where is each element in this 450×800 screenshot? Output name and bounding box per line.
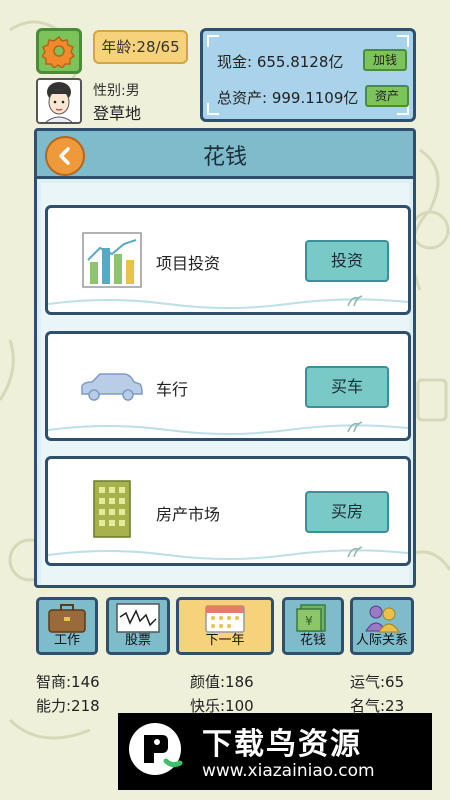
card-project-investment: 项目投资 投资 [45, 205, 411, 315]
buy-car-button[interactable]: 买车 [305, 366, 389, 408]
card-label: 房产市场 [156, 505, 221, 524]
nav-next-year-button[interactable]: 下一年 [176, 597, 274, 655]
avatar[interactable] [36, 78, 82, 124]
stat-iq: 智商:146 [36, 673, 100, 691]
avatar-face-icon [38, 80, 80, 122]
watermark-url: www.xiazainiao.com [202, 761, 375, 781]
nav-label: 下一年 [205, 633, 245, 648]
invest-button[interactable]: 投资 [305, 240, 389, 282]
card-real-estate: 房产市场 买房 [45, 456, 411, 566]
nav-label: 花钱 [299, 633, 326, 648]
stat-looks: 颜值:186 [190, 673, 254, 691]
wave-decoration [48, 546, 408, 560]
money-panel: 现金: 655.8128亿 加钱 总资产: 999.1109亿 资产 [200, 28, 416, 122]
panel-header: 花钱 [37, 131, 413, 179]
watermark-banner: 下载鸟资源 www.xiazainiao.com [118, 713, 432, 790]
age-badge: 年龄:28/65 [93, 30, 188, 64]
card-label: 车行 [156, 380, 189, 399]
car-icon [81, 373, 143, 401]
wave-decoration [48, 421, 408, 435]
panel-corner [397, 35, 409, 47]
assets-button[interactable]: 资产 [365, 85, 410, 107]
cash-text: 现金: 655.8128亿 [217, 53, 344, 71]
gear-icon [42, 35, 76, 68]
total-assets-text: 总资产: 999.1109亿 [217, 89, 359, 107]
buy-house-button[interactable]: 买房 [305, 491, 389, 533]
svg-text:¥: ¥ [305, 614, 313, 628]
back-button[interactable] [45, 136, 85, 176]
bar-chart-icon [82, 232, 142, 288]
stat-ability: 能力:218 [36, 697, 100, 715]
nav-label: 人际关系 [355, 633, 408, 648]
gender-text: 性别:男 [93, 83, 140, 99]
nav-stocks-button[interactable]: 股票 [106, 597, 170, 655]
watermark-title: 下载鸟资源 [202, 727, 362, 762]
settings-button[interactable] [36, 28, 82, 74]
nav-label: 工作 [53, 633, 80, 648]
nav-relationships-button[interactable]: 人际关系 [350, 597, 414, 655]
nav-spend-money-button[interactable]: ¥ 花钱 [282, 597, 344, 655]
chevron-left-icon [59, 147, 70, 165]
bird-logo-icon [129, 723, 183, 775]
card-label: 项目投资 [156, 254, 221, 273]
card-car-dealer: 车行 买车 [45, 331, 411, 441]
panel-title: 花钱 [202, 145, 247, 170]
wave-decoration [48, 295, 408, 309]
stat-luck: 运气:65 [350, 673, 405, 691]
nav-label: 股票 [124, 633, 151, 648]
spend-money-panel: 花钱 项目投资 投资 车行 买车 房产市场 买房 [34, 128, 416, 588]
job-text: 登草地 [93, 104, 142, 123]
building-icon [93, 480, 131, 538]
panel-corner [207, 35, 219, 47]
nav-work-button[interactable]: 工作 [36, 597, 98, 655]
add-money-button[interactable]: 加钱 [363, 49, 408, 71]
